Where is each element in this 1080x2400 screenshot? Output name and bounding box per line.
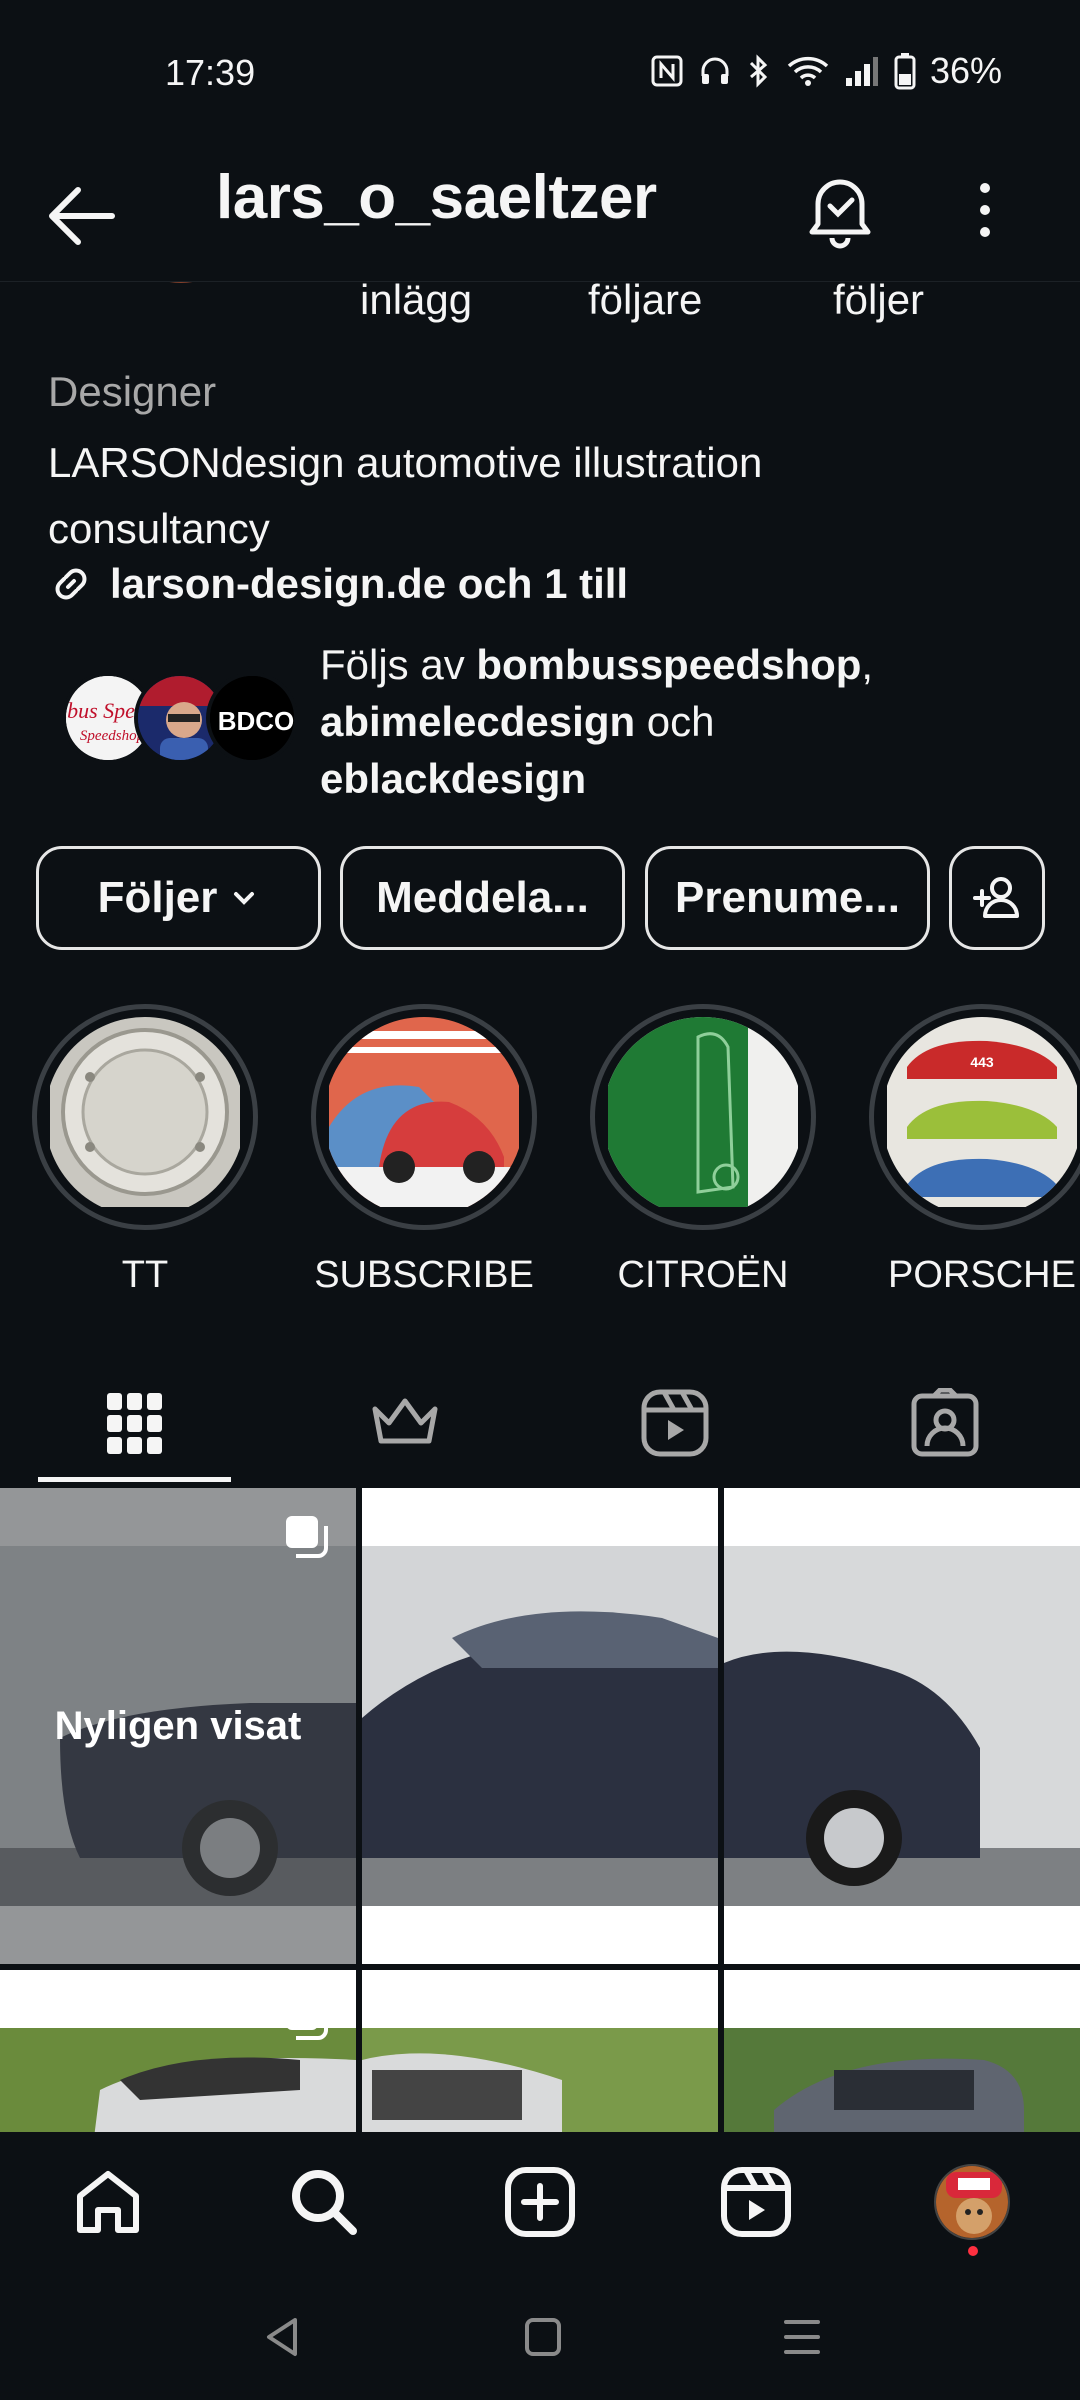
highlight-image: 443 [882, 1017, 1080, 1217]
post-thumbnail[interactable] [724, 1488, 1080, 1964]
more-vertical-icon[interactable] [960, 170, 1010, 250]
add-person-icon [973, 877, 1019, 918]
link-icon [55, 568, 87, 600]
highlight-label: PORSCHE [888, 1254, 1076, 1296]
notification-dot [968, 2246, 978, 2256]
grid-icon[interactable] [0, 1360, 270, 1485]
follower-avatar: BDCO [206, 672, 298, 764]
highlight-image [324, 1017, 524, 1217]
post-thumbnail[interactable] [724, 1970, 1080, 2138]
profile-tabs [0, 1360, 1080, 1485]
message-button[interactable]: Meddela... [340, 846, 625, 950]
profile-username: lars_o_saeltzer [216, 163, 657, 232]
status-icons: 36% [650, 50, 1002, 92]
highlight-image [45, 1017, 245, 1217]
separator: och [635, 698, 715, 745]
highlight-label: TT [121, 1254, 169, 1296]
post-thumbnail[interactable] [362, 1970, 718, 2138]
separator: , [861, 641, 874, 688]
followers-stat-label[interactable]: följare [588, 276, 702, 324]
highlight-label: SUBSCRIBE [314, 1254, 534, 1296]
follower-name[interactable]: abimelecdesign [320, 698, 635, 745]
highlight-image [603, 1017, 803, 1217]
post-thumbnail[interactable]: Nyligen visat [0, 1488, 356, 1964]
multiple-posts-icon [286, 1516, 328, 1558]
add-person-button[interactable] [949, 846, 1045, 950]
following-stat-label[interactable]: följer [833, 276, 924, 324]
follower-name[interactable]: eblackdesign [320, 755, 586, 802]
crown-icon[interactable] [270, 1360, 540, 1485]
post-thumbnail[interactable] [0, 1970, 356, 2138]
recently-viewed-label: Nyligen visat [54, 1703, 302, 1748]
search-icon[interactable] [284, 2162, 364, 2242]
profile-category: Designer [48, 368, 217, 415]
posts-stat-label[interactable]: inlägg [360, 276, 472, 324]
subscribe-button[interactable]: Prenume... [645, 846, 930, 950]
following-button-label: Följer [97, 873, 218, 922]
highlight-label: CITROËN [617, 1254, 789, 1296]
following-button[interactable]: Följer [36, 846, 321, 950]
followed-prefix: Följs av [320, 641, 477, 688]
bell-icon[interactable] [800, 164, 880, 254]
post-thumbnail[interactable] [362, 1488, 718, 1964]
system-navigation [0, 2272, 1080, 2400]
recent-apps-icon[interactable] [772, 2312, 832, 2362]
link-text[interactable]: larson-design.de och 1 till [110, 560, 628, 608]
highlight-tt[interactable]: TT [30, 1004, 260, 1297]
message-button-label: Meddela... [376, 873, 589, 922]
home-icon[interactable] [68, 2162, 148, 2242]
highlight-subscribe[interactable]: SUBSCRIBE [309, 1004, 539, 1297]
battery-icon [894, 53, 916, 90]
bottom-navigation [0, 2132, 1080, 2272]
battery-percent: 36% [929, 50, 1002, 91]
reels-nav-icon[interactable] [716, 2162, 796, 2242]
bio-line: LARSONdesign automotive illustration [48, 439, 763, 486]
subscribe-button-label: Prenume... [675, 873, 900, 922]
back-triangle-icon[interactable] [255, 2312, 315, 2362]
chevron-down-icon [234, 892, 255, 905]
home-square-icon[interactable] [513, 2312, 573, 2362]
avatar [934, 2164, 1010, 2240]
create-icon[interactable] [500, 2162, 580, 2242]
reels-icon[interactable] [540, 1360, 810, 1485]
highlight-porsche[interactable]: 443 PORSCHE [867, 1004, 1080, 1297]
bluetooth-icon [749, 54, 768, 88]
status-bar: 17:39 36% [0, 0, 1080, 140]
headphones-icon [701, 57, 729, 84]
svg-text:BDCO: BDCO [218, 706, 295, 736]
top-bar: lars_o_saeltzer [0, 140, 1080, 282]
wifi-icon [787, 56, 829, 86]
profile-bio: LARSONdesign automotive illustration con… [48, 430, 948, 562]
status-time: 17:39 [165, 52, 256, 93]
profile-avatar[interactable] [932, 2162, 1012, 2242]
multiple-posts-icon [286, 1998, 328, 2040]
bio-line: consultancy [48, 505, 270, 552]
follower-name[interactable]: bombusspeedshop [476, 641, 861, 688]
followed-by-text[interactable]: Följs av bombusspeedshop, abimelecdesign… [320, 636, 1040, 807]
followed-by-avatars[interactable]: Bombus SpeedshopSpeedshop BDCO [62, 672, 302, 764]
tagged-icon[interactable] [810, 1360, 1080, 1485]
signal-icon [845, 57, 878, 86]
svg-text:443: 443 [970, 1054, 994, 1070]
profile-link[interactable]: larson-design.de och 1 till [48, 560, 628, 608]
back-arrow-icon[interactable] [42, 176, 122, 256]
posts-grid: Nyligen visat [0, 1488, 1080, 2138]
highlight-citroen[interactable]: CITROËN [588, 1004, 818, 1297]
active-tab-indicator [38, 1477, 231, 1482]
nfc-icon [651, 55, 683, 87]
